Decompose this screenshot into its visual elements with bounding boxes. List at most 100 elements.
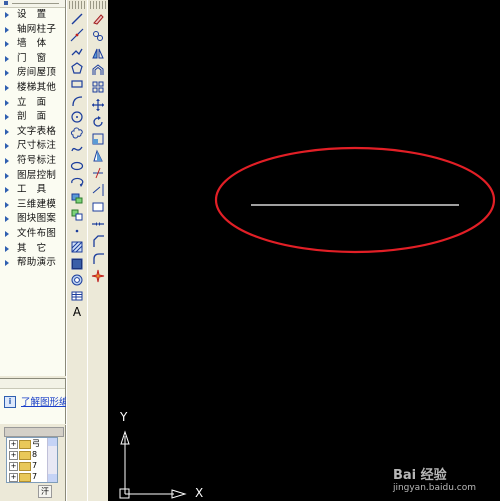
tree-view[interactable]: + 弓 +8 +7 +7	[6, 437, 58, 483]
stretch-tool[interactable]	[90, 148, 106, 164]
revision-cloud-tool[interactable]	[69, 125, 85, 141]
polyline-tool[interactable]	[69, 44, 85, 60]
screen-menu-item[interactable]: 符号标注	[0, 154, 65, 169]
screen-menu-item[interactable]: 文字表格	[0, 125, 65, 140]
circle-tool[interactable]	[69, 109, 85, 125]
canvas-drawing	[119, 146, 496, 499]
screen-menu-item[interactable]: 工 具	[0, 183, 65, 198]
expand-plus-icon[interactable]: +	[9, 440, 18, 449]
region-tool[interactable]	[69, 272, 85, 288]
rotate-tool[interactable]	[90, 114, 106, 130]
scroll-up-button[interactable]	[48, 438, 57, 446]
ellipse-tool[interactable]	[69, 158, 85, 174]
screen-menu-item-label: 工 具	[17, 184, 47, 196]
folder-icon	[19, 462, 31, 471]
screen-menu-item[interactable]: 门 窗	[0, 52, 65, 67]
expand-plus-icon[interactable]: +	[9, 451, 18, 460]
gradient-tool[interactable]	[69, 256, 85, 272]
arc-icon	[72, 95, 83, 106]
gradient-icon	[71, 258, 83, 269]
point-tool[interactable]	[69, 223, 85, 239]
draw-toolbar-grip[interactable]	[69, 1, 85, 9]
line-icon	[71, 13, 83, 25]
array-tool[interactable]	[90, 79, 106, 95]
expand-plus-icon[interactable]: +	[9, 462, 18, 471]
trim-tool[interactable]	[90, 165, 106, 181]
expand-arrow-icon	[5, 245, 9, 252]
screen-menu-grip[interactable]	[0, 0, 65, 8]
screen-menu-item[interactable]: 楼梯其他	[0, 81, 65, 96]
screen-menu-item[interactable]: 设 置	[0, 8, 65, 23]
screen-menu-panel: 设 置轴网柱子墙 体门 窗房间屋顶 楼梯其他立 面剖 面文字表格尺寸标注 符号标注图…	[0, 0, 66, 376]
screen-menu-item-label: 剖 面	[17, 111, 47, 123]
break-icon	[92, 202, 104, 212]
break-tool[interactable]	[90, 199, 106, 215]
screen-menu-item[interactable]: 立 面	[0, 96, 65, 111]
construction-line-tool[interactable]	[69, 27, 85, 43]
tree-node[interactable]: +8	[7, 449, 43, 460]
erase-tool[interactable]	[90, 11, 106, 27]
move-tool[interactable]	[90, 97, 106, 113]
join-tool[interactable]	[90, 216, 106, 232]
rectangle-tool[interactable]	[69, 76, 85, 92]
polygon-tool[interactable]	[69, 60, 85, 76]
help-link[interactable]: 了解图形编	[21, 394, 69, 408]
screen-menu-item[interactable]: 墙 体	[0, 37, 65, 52]
table-tool[interactable]	[69, 288, 85, 304]
ucs-x-label: X	[195, 486, 204, 500]
spline-tool[interactable]	[69, 141, 85, 157]
expand-arrow-icon	[5, 230, 9, 237]
modify-toolbar-grip[interactable]	[90, 1, 106, 9]
screen-menu-item[interactable]: 剖 面	[0, 110, 65, 125]
line-tool[interactable]	[69, 11, 85, 27]
screen-menu-item-label: 文字表格	[17, 125, 57, 137]
screen-menu-item[interactable]: 尺寸标注	[0, 139, 65, 154]
tree-panel-header[interactable]	[4, 427, 64, 437]
multiline-text-tool[interactable]: A	[69, 304, 85, 320]
drawing-canvas[interactable]: Y X Bai 经验 jingyan.baidu.com	[108, 0, 500, 501]
watermark-brand: Bai 经验	[392, 468, 447, 483]
mirror-tool[interactable]	[90, 45, 106, 61]
screen-menu-item[interactable]: 图块图案	[0, 212, 65, 227]
arc-tool[interactable]	[69, 93, 85, 109]
offset-tool[interactable]	[90, 62, 106, 78]
screen-menu-item-label: 图块图案	[17, 213, 57, 225]
tree-scrollbar[interactable]	[47, 438, 57, 482]
scale-tool[interactable]	[90, 131, 106, 147]
screen-menu-item[interactable]: 帮助演示	[0, 256, 65, 271]
folder-icon	[19, 473, 31, 482]
make-block-tool[interactable]	[69, 207, 85, 223]
screen-menu-item-label: 符号标注	[17, 154, 57, 166]
screen-menu-item[interactable]: 房间屋顶	[0, 66, 65, 81]
fillet-tool[interactable]	[90, 250, 106, 266]
help-panel-grip[interactable]	[0, 379, 65, 389]
folder-icon	[19, 440, 31, 449]
screen-menu-item[interactable]: 图层控制	[0, 169, 65, 184]
watermark-url: jingyan.baidu.com	[392, 483, 476, 493]
screen-menu-item-label: 三维建模	[17, 198, 57, 210]
table-icon	[71, 291, 83, 301]
tree-node[interactable]: + 弓	[7, 438, 43, 449]
hatch-tool[interactable]	[69, 239, 85, 255]
scroll-down-button[interactable]	[48, 474, 57, 482]
explode-tool[interactable]	[90, 268, 106, 284]
screen-menu-item-label: 立 面	[17, 96, 47, 108]
extend-tool[interactable]	[90, 182, 106, 198]
screen-menu-item[interactable]: 轴网柱子	[0, 23, 65, 38]
modify-toolbar	[87, 0, 109, 501]
copy-tool[interactable]	[90, 28, 106, 44]
chamfer-tool[interactable]	[90, 233, 106, 249]
expand-arrow-icon	[5, 41, 9, 48]
screen-menu-item[interactable]: 三维建模	[0, 198, 65, 213]
expand-plus-icon[interactable]: +	[9, 473, 18, 482]
array-icon	[92, 81, 104, 93]
tree-node[interactable]: +7	[7, 471, 43, 482]
tree-node-label: 7	[32, 461, 38, 470]
insert-block-tool[interactable]	[69, 190, 85, 206]
screen-menu-item-label: 图层控制	[17, 169, 57, 181]
ellipse-arc-tool[interactable]	[69, 174, 85, 190]
screen-menu-item[interactable]: 文件布图	[0, 227, 65, 242]
screen-menu-item[interactable]: 其 它	[0, 242, 65, 257]
tree-node[interactable]: +7	[7, 460, 43, 471]
tree-tab[interactable]: 汗	[38, 485, 52, 498]
